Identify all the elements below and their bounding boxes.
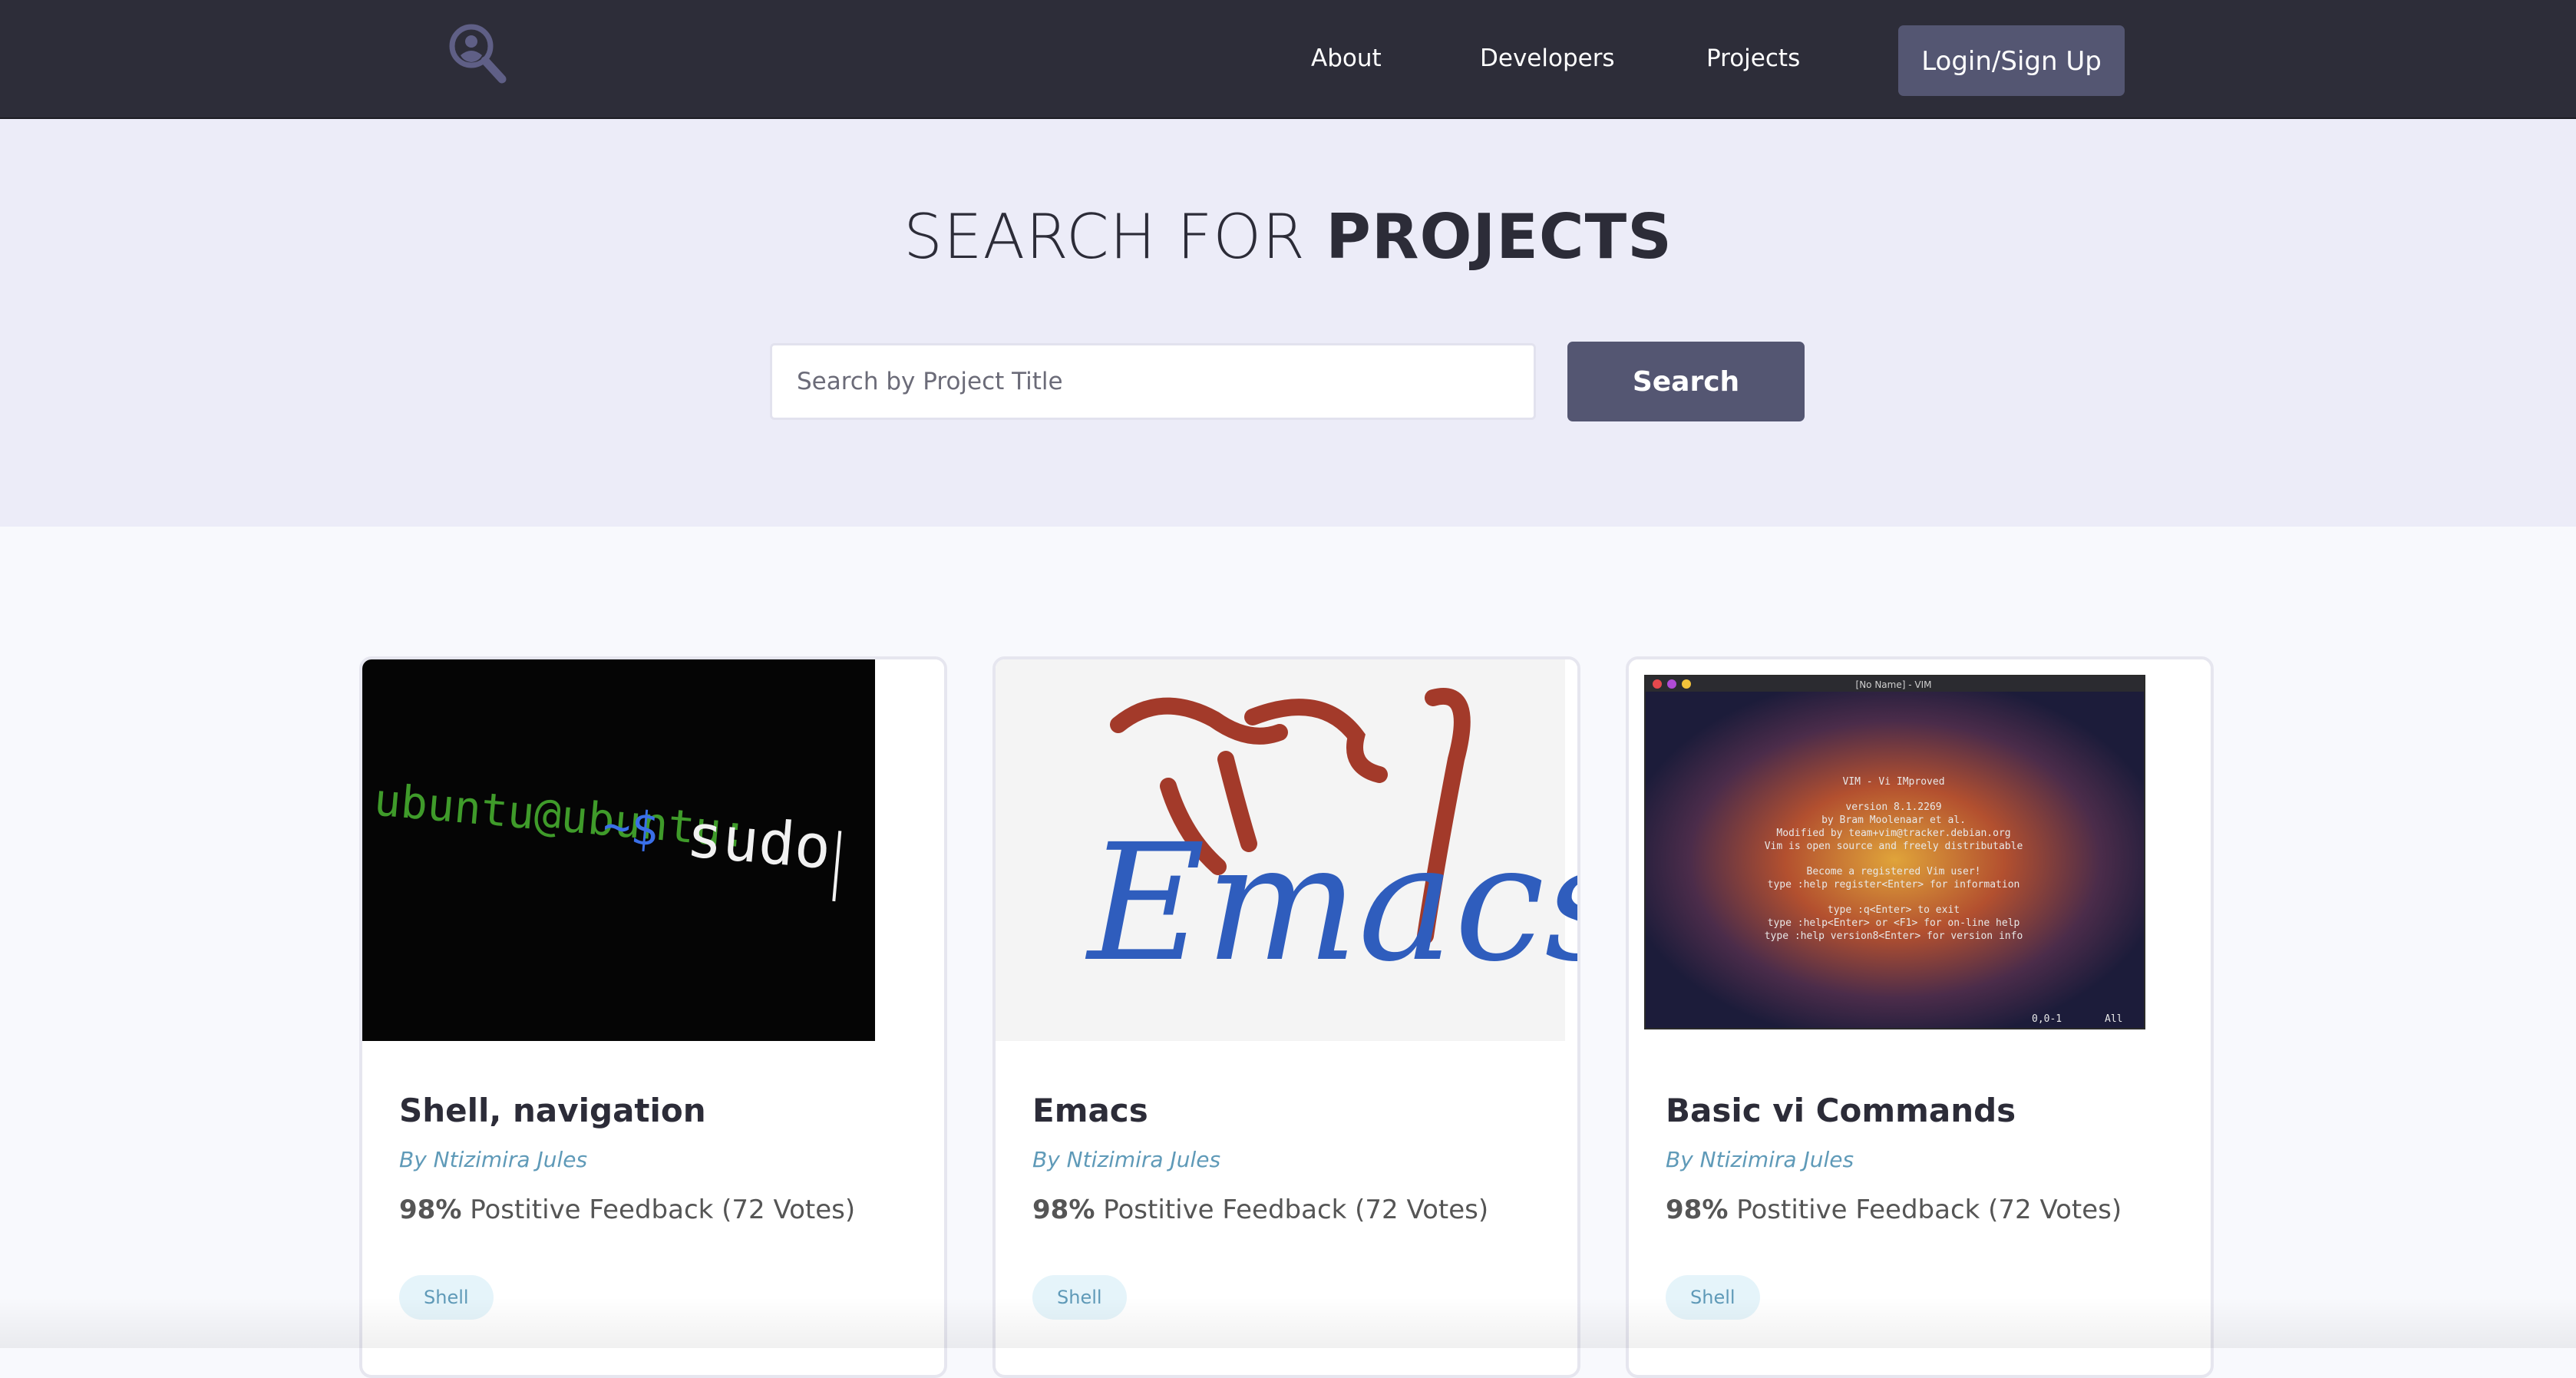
hero-section: SEARCH FOR PROJECTS Search bbox=[0, 119, 2576, 527]
page-title-light: SEARCH FOR bbox=[903, 201, 1306, 273]
project-card[interactable]: [No Name] - VIM VIM - Vi IMproved versio… bbox=[1626, 656, 2214, 1378]
vim-line: Become a registered Vim user! bbox=[1807, 866, 1981, 877]
vim-line: by Bram Moolenaar et al. bbox=[1821, 815, 1966, 826]
page-title: SEARCH FOR PROJECTS bbox=[0, 199, 2576, 276]
project-feedback: 98% Postitive Feedback (72 Votes) bbox=[1666, 1194, 2122, 1226]
project-thumbnail-vim[interactable]: [No Name] - VIM VIM - Vi IMproved versio… bbox=[1629, 659, 2211, 1046]
vim-line: VIM - Vi IMproved bbox=[1842, 776, 1944, 788]
project-feedback: 98% Postitive Feedback (72 Votes) bbox=[399, 1194, 855, 1226]
page-title-bold: PROJECTS bbox=[1326, 201, 1673, 273]
project-thumbnail-emacs[interactable]: Emacs bbox=[996, 659, 1577, 1046]
project-author[interactable]: By Ntizimira Jules bbox=[1032, 1146, 1220, 1174]
project-author[interactable]: By Ntizimira Jules bbox=[1666, 1146, 1854, 1174]
search-button[interactable]: Search bbox=[1567, 342, 1805, 421]
feedback-percent: 98% bbox=[399, 1195, 462, 1225]
vim-line: type :q<Enter> to exit bbox=[1828, 904, 1960, 916]
vim-window-title: [No Name] - VIM bbox=[1856, 679, 1932, 690]
project-author[interactable]: By Ntizimira Jules bbox=[399, 1146, 587, 1174]
navbar: About Developers Projects Login/Sign Up bbox=[0, 0, 2576, 119]
project-card[interactable]: ubuntu@ubuntu: ~$ sudo Shell, navigation… bbox=[359, 656, 947, 1378]
vim-status-position: 0,0-1 bbox=[2032, 1013, 2062, 1025]
feedback-percent: 98% bbox=[1666, 1195, 1729, 1225]
feedback-text: Postitive Feedback (72 Votes) bbox=[470, 1195, 856, 1225]
vim-line: Modified by team+vim@tracker.debian.org bbox=[1776, 828, 2010, 839]
vim-status-all: All bbox=[2105, 1013, 2122, 1025]
nav-link-about[interactable]: About bbox=[1311, 40, 1382, 77]
nav-link-projects[interactable]: Projects bbox=[1706, 40, 1800, 77]
feedback-text: Postitive Feedback (72 Votes) bbox=[1736, 1195, 2122, 1225]
vim-line: version 8.1.2269 bbox=[1845, 801, 1941, 813]
terminal-tilde: ~$ bbox=[601, 799, 661, 858]
emacs-logo-text: Emacs bbox=[1085, 809, 1577, 997]
project-feedback: 98% Postitive Feedback (72 Votes) bbox=[1032, 1194, 1488, 1226]
terminal-command: sudo bbox=[684, 801, 834, 883]
project-thumbnail-terminal[interactable]: ubuntu@ubuntu: ~$ sudo bbox=[362, 659, 944, 1046]
project-title[interactable]: Basic vi Commands bbox=[1666, 1091, 2016, 1131]
vim-line: type :help register<Enter> for informati… bbox=[1768, 879, 2020, 891]
search-input[interactable] bbox=[770, 343, 1536, 420]
vim-line: type :help version8<Enter> for version i… bbox=[1765, 930, 2023, 942]
vim-line: type :help<Enter> or <F1> for on-line he… bbox=[1768, 917, 2020, 929]
vim-line: Vim is open source and freely distributa… bbox=[1765, 841, 2023, 852]
project-title[interactable]: Shell, navigation bbox=[399, 1091, 706, 1131]
project-title[interactable]: Emacs bbox=[1032, 1091, 1148, 1131]
login-signup-button[interactable]: Login/Sign Up bbox=[1898, 25, 2125, 96]
bottom-fade bbox=[0, 1297, 2576, 1348]
feedback-text: Postitive Feedback (72 Votes) bbox=[1103, 1195, 1489, 1225]
search-logo-icon[interactable] bbox=[444, 20, 513, 89]
feedback-percent: 98% bbox=[1032, 1195, 1095, 1225]
nav-link-developers[interactable]: Developers bbox=[1480, 40, 1615, 77]
project-card[interactable]: Emacs Emacs By Ntizimira Jules 98% Posti… bbox=[992, 656, 1580, 1378]
